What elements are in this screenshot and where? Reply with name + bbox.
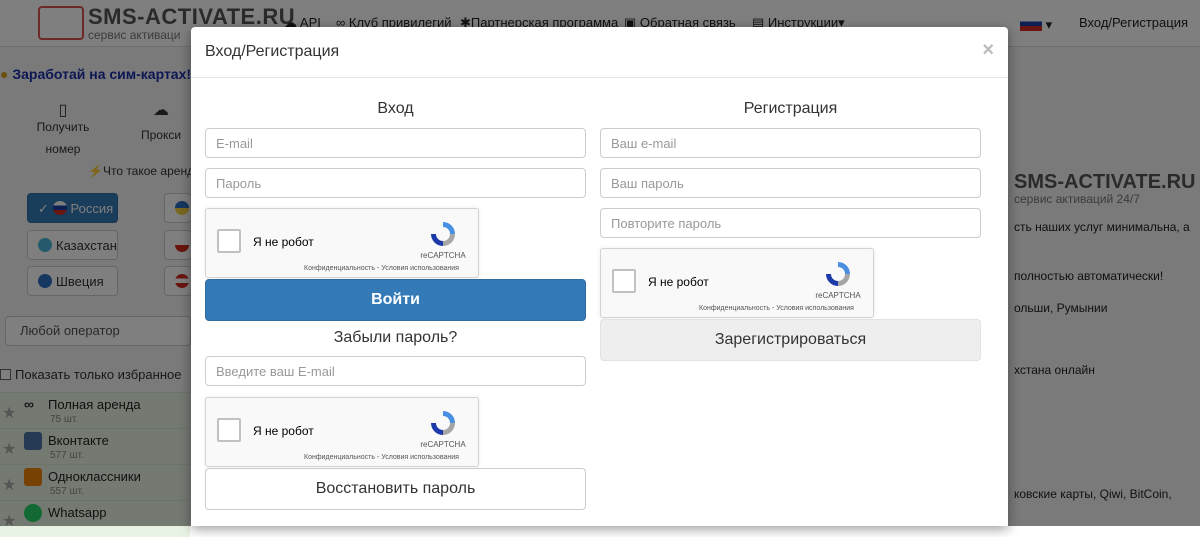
register-password-input[interactable]: [600, 168, 981, 198]
recaptcha-label: Я не робот: [253, 235, 314, 249]
recaptcha-checkbox[interactable]: [217, 418, 241, 442]
recaptcha-brand: reCAPTCHA: [420, 251, 466, 260]
recover-password-button[interactable]: Восстановить пароль: [205, 468, 586, 510]
recaptcha-brand: reCAPTCHA: [815, 291, 861, 300]
modal-title: Вход/Регистрация: [205, 43, 340, 60]
recaptcha-logo-icon: [431, 411, 455, 435]
login-recaptcha: Я не робот reCAPTCHA Конфиденциальность …: [205, 208, 479, 278]
recaptcha-checkbox[interactable]: [217, 229, 241, 253]
recaptcha-label: Я не робот: [648, 275, 709, 289]
register-recaptcha: Я не робот reCAPTCHA Конфиденциальность …: [600, 248, 874, 318]
register-email-input[interactable]: [600, 128, 981, 158]
recaptcha-links[interactable]: Конфиденциальность - Условия использован…: [304, 265, 459, 272]
recover-recaptcha: Я не робот reCAPTCHA Конфиденциальность …: [205, 397, 479, 467]
register-title: Регистрация: [743, 100, 838, 117]
login-button[interactable]: Войти: [205, 279, 586, 321]
modal-header: Вход/Регистрация ×: [191, 27, 1008, 78]
login-title: Вход: [377, 100, 414, 117]
recaptcha-links[interactable]: Конфиденциальность - Условия использован…: [304, 454, 459, 461]
recaptcha-links[interactable]: Конфиденциальность - Условия использован…: [699, 305, 854, 312]
recaptcha-label: Я не робот: [253, 424, 314, 438]
recaptcha-logo-icon: [431, 222, 455, 246]
forgot-password-title: Забыли пароль?: [333, 329, 458, 346]
close-icon[interactable]: ×: [982, 39, 994, 62]
recaptcha-brand: reCAPTCHA: [420, 440, 466, 449]
login-email-input[interactable]: [205, 128, 586, 158]
login-password-input[interactable]: [205, 168, 586, 198]
recaptcha-logo-icon: [826, 262, 850, 286]
register-repeat-password-input[interactable]: [600, 208, 981, 238]
recaptcha-checkbox[interactable]: [612, 269, 636, 293]
register-button[interactable]: Зарегистрироваться: [600, 319, 981, 361]
recover-email-input[interactable]: [205, 356, 586, 386]
login-register-modal: Вход/Регистрация × Вход Я не робот reCAP…: [191, 27, 1008, 526]
